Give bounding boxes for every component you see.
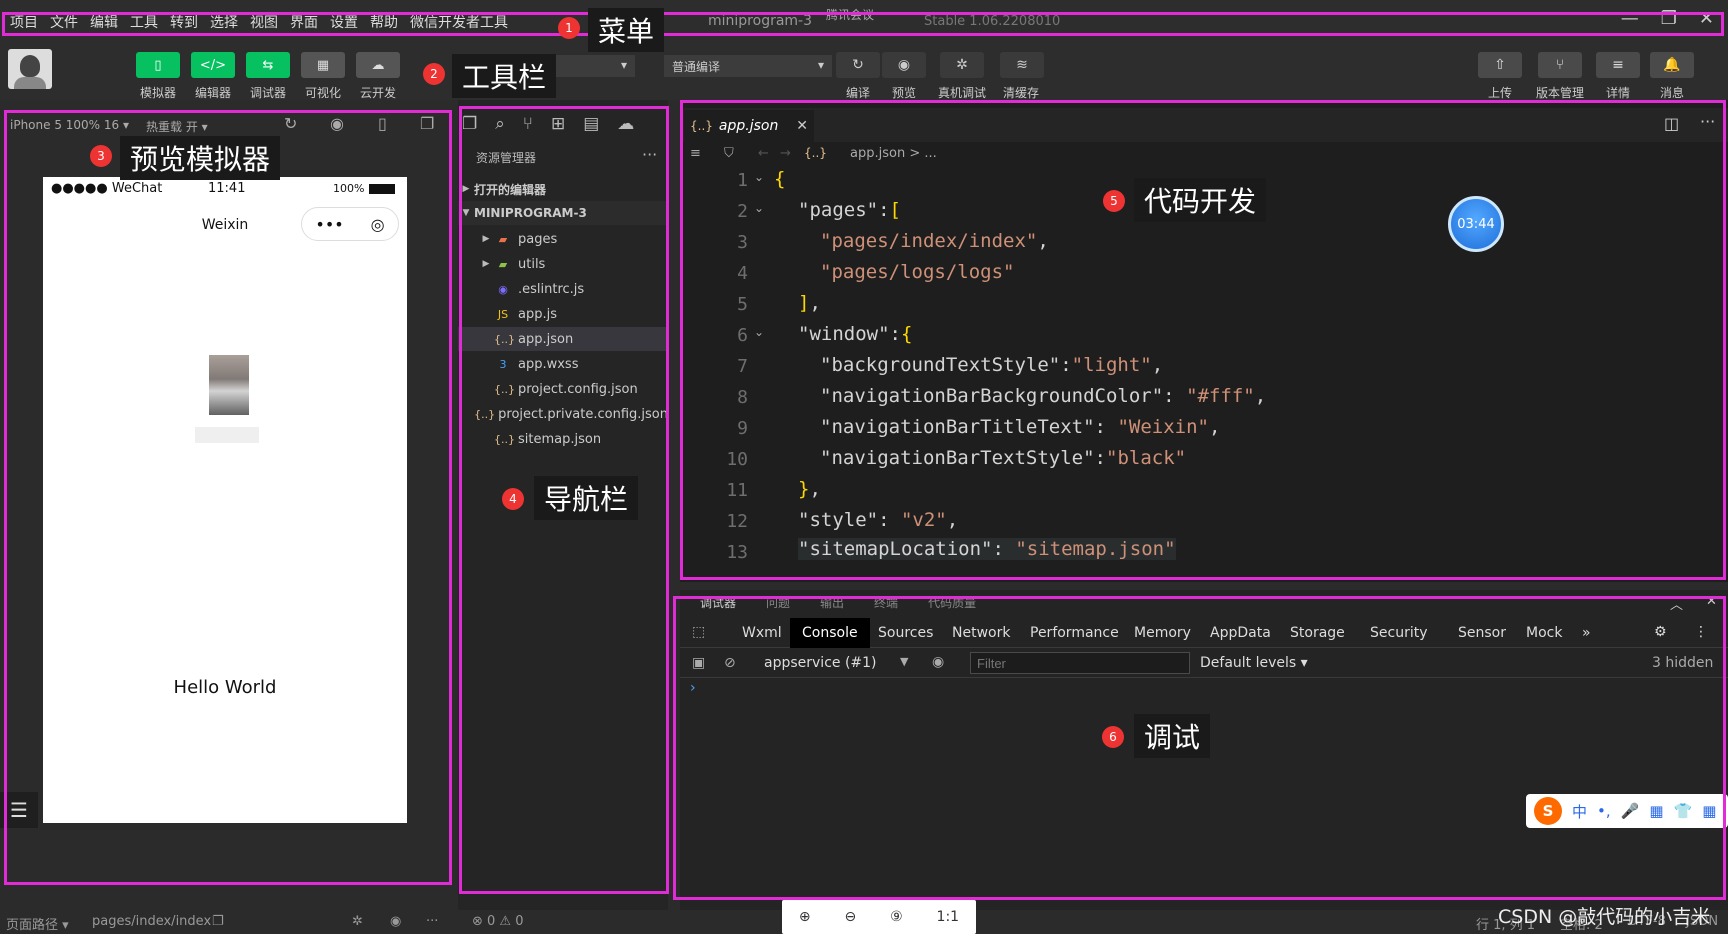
- debugger-label: 调试器: [249, 86, 286, 100]
- mode-select[interactable]: ▾: [555, 55, 635, 77]
- phone-icon: ▯: [154, 57, 162, 73]
- messages-label: 消息: [1659, 86, 1684, 100]
- annotation-badge: 5: [1103, 190, 1125, 212]
- visual-label: 可视化: [304, 86, 341, 100]
- annotation-badge: 4: [502, 488, 524, 510]
- cloud-dev-button[interactable]: ☁: [356, 52, 400, 78]
- sliders-icon: ⇆: [262, 57, 274, 73]
- annotation-box-menu: [2, 12, 1724, 36]
- zoom-toolbar: ⊕ ⊖ ⑨ 1:1: [782, 900, 976, 934]
- version-control-label: 版本管理: [1535, 86, 1584, 100]
- eye-icon: ◉: [897, 57, 911, 73]
- annotation-badge: 1: [558, 17, 580, 39]
- actual-size-icon[interactable]: 1:1: [937, 909, 960, 925]
- zoom-out-icon[interactable]: ⊖: [845, 909, 857, 925]
- more-dots-icon[interactable]: ···: [426, 914, 438, 929]
- annotation-label-menu: 菜单: [588, 8, 665, 52]
- details-button[interactable]: ≡: [1596, 52, 1640, 78]
- annotation-badge: 2: [423, 63, 445, 85]
- compile-button[interactable]: ↻: [836, 52, 880, 78]
- annotation-label-toolbar: 工具栏: [452, 54, 557, 98]
- compile-mode-select[interactable]: 普通编译 ▾: [664, 55, 832, 77]
- annotation-badge: 3: [90, 145, 112, 167]
- annotation-label-debugger: 调试: [1134, 714, 1211, 758]
- page-path: pages/index/index: [92, 914, 212, 929]
- problems-count[interactable]: ⊗ 0 ⚠ 0: [472, 914, 524, 929]
- bug-icon: ✲: [956, 57, 968, 73]
- refresh-icon: ↻: [852, 57, 864, 73]
- compile-label: 编译: [845, 86, 870, 100]
- rotate-icon[interactable]: ⑨: [890, 909, 903, 925]
- chevron-down-icon: ▾: [620, 58, 627, 72]
- branch-icon: ⑂: [1555, 57, 1565, 73]
- compile-mode-value: 普通编译: [672, 60, 721, 74]
- annotation-box-editor: [680, 100, 1726, 580]
- remote-debug-label: 真机调试: [937, 86, 986, 100]
- simulator-label: 模拟器: [139, 86, 176, 100]
- simulator-toggle-button[interactable]: ▯: [136, 52, 180, 78]
- version-control-button[interactable]: ⑂: [1538, 52, 1582, 78]
- editor-label: 编辑器: [194, 86, 231, 100]
- menu-lines-icon: ≡: [1612, 57, 1624, 73]
- editor-toggle-button[interactable]: </>: [191, 52, 235, 78]
- code-icon: </>: [199, 57, 227, 73]
- clear-cache-button[interactable]: ≋: [1000, 52, 1044, 78]
- avatar[interactable]: [8, 49, 52, 89]
- upload-icon: ⇧: [1494, 57, 1506, 73]
- upload-button[interactable]: ⇧: [1478, 52, 1522, 78]
- annotation-box-simulator: [4, 110, 452, 885]
- upload-label: 上传: [1487, 86, 1512, 100]
- annotation-label-simulator: 预览模拟器: [120, 136, 281, 180]
- cloud-dev-label: 云开发: [359, 86, 396, 100]
- copy-icon[interactable]: ❐: [212, 914, 224, 929]
- annotation-label-explorer: 导航栏: [534, 476, 639, 520]
- clear-cache-label: 清缓存: [1002, 86, 1039, 100]
- cloud-icon: ☁: [371, 57, 385, 73]
- preview-button[interactable]: ◉: [882, 52, 926, 78]
- zoom-in-icon[interactable]: ⊕: [799, 909, 811, 925]
- page-path-label[interactable]: 页面路径 ▾: [6, 914, 69, 933]
- messages-button[interactable]: 🔔: [1650, 52, 1694, 78]
- bell-icon: 🔔: [1663, 57, 1681, 73]
- layers-icon: ≋: [1016, 57, 1028, 73]
- debugger-toggle-button[interactable]: ⇆: [246, 52, 290, 78]
- details-label: 详情: [1605, 86, 1630, 100]
- chevron-down-icon: ▾: [817, 58, 824, 72]
- csdn-watermark: CSDN @敲代码的小吉米: [1498, 906, 1711, 928]
- preview-label: 预览: [891, 86, 916, 100]
- annotation-label-editor: 代码开发: [1134, 178, 1267, 222]
- bug-icon[interactable]: ✲: [352, 914, 363, 929]
- layout-icon: ▦: [316, 57, 330, 73]
- visual-button[interactable]: ▦: [301, 52, 345, 78]
- annotation-badge: 6: [1102, 726, 1124, 748]
- remote-debug-button[interactable]: ✲: [940, 52, 984, 78]
- eye-icon[interactable]: ◉: [390, 914, 401, 929]
